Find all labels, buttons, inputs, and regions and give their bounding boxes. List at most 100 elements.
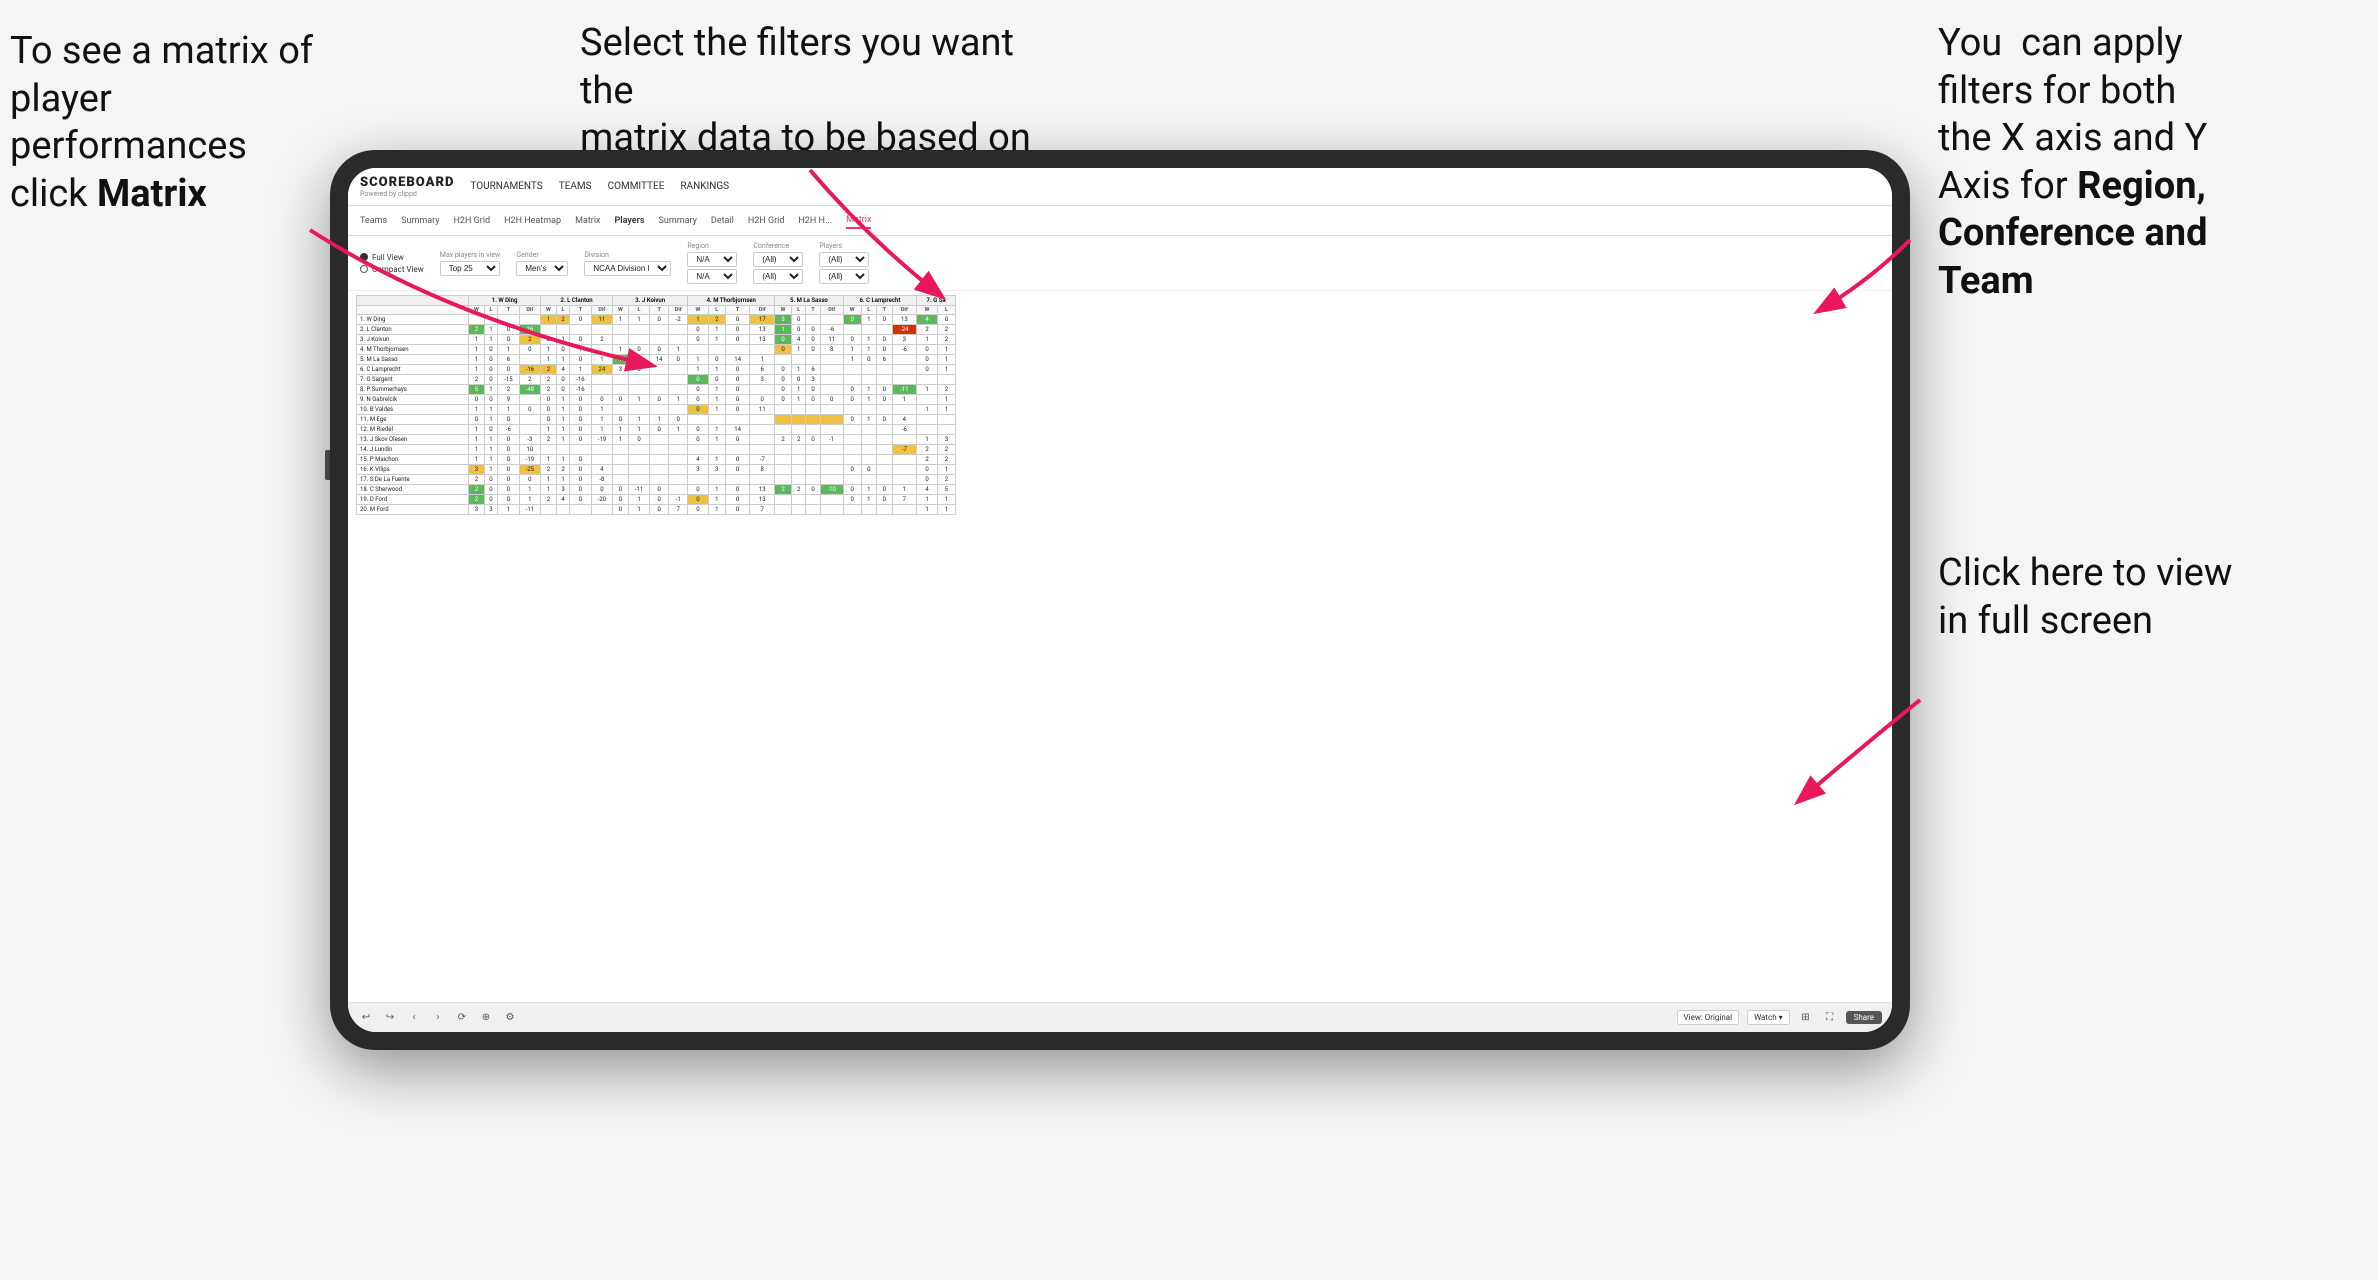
radio-full-view[interactable]: Full View [360, 253, 424, 262]
filter-region: Region N/A N/A [687, 242, 737, 284]
tab-teams[interactable]: Teams [360, 214, 387, 228]
table-row: 3. J Koivun 1102 0102 01013 04011 0103 1… [357, 335, 956, 345]
tab-h2h-h[interactable]: H2H H... [798, 214, 832, 228]
tab-matrix2[interactable]: Matrix [846, 213, 871, 229]
sh-w6: W [843, 306, 861, 315]
sub-nav: Teams Summary H2H Grid H2H Heatmap Matri… [348, 206, 1892, 236]
sh-l4: L [708, 306, 725, 315]
row-player-5: 5. M La Sasso [357, 355, 469, 365]
view-label[interactable]: View: Original [1677, 1010, 1740, 1025]
filter-gender-label: Gender [516, 251, 568, 259]
table-row: 5. M La Sasso 106 1101 10140 10141 106 0… [357, 355, 956, 365]
tab-summary[interactable]: Summary [401, 214, 439, 228]
radio-compact-view[interactable]: Compact View [360, 265, 424, 274]
sh-dif6: Dif [892, 306, 917, 315]
filter-conference-select2[interactable]: (All) [753, 269, 803, 284]
table-row: 17. S De La Fuente 2000 110-8 02 [357, 475, 956, 485]
refresh-icon[interactable]: ⟳ [454, 1010, 470, 1026]
row-player-17: 17. S De La Fuente [357, 475, 469, 485]
settings-icon[interactable]: ⚙ [502, 1010, 518, 1026]
row-player-3: 3. J Koivun [357, 335, 469, 345]
sh-w1: W [469, 306, 485, 315]
table-row: 11. M Ege 010 0101 0110 0104 [357, 415, 956, 425]
sh-l2: L [556, 306, 569, 315]
filter-players-select2[interactable]: (All) [819, 269, 869, 284]
row-player-15: 15. P Maichon [357, 455, 469, 465]
bottom-toolbar: ↩ ↪ ‹ › ⟳ ⊕ ⚙ View: Original Watch ▾ ⊞ ⛶… [348, 1002, 1892, 1032]
row-player-12: 12. M Riedel [357, 425, 469, 435]
logo-sub-text: Powered by clippd [360, 190, 454, 198]
nav-items: TOURNAMENTS TEAMS COMMITTEE RANKINGS [470, 179, 729, 194]
filter-conference-select1[interactable]: (All) [753, 252, 803, 267]
filter-region-select2[interactable]: N/A [687, 269, 737, 284]
matrix-area[interactable]: 1. W Ding 2. L Clanton 3. J Koivun 4. M … [348, 291, 1892, 1002]
subheader-player [357, 306, 469, 315]
table-row: 8. P Summerhays 512-48 20-16 010 010 010… [357, 385, 956, 395]
radio-dot-full [360, 253, 368, 261]
sh-l7: L [937, 306, 955, 315]
nav-teams[interactable]: TEAMS [559, 179, 592, 194]
filter-gender-select[interactable]: Men's [516, 261, 568, 276]
header-clamprecht: 6. C Lamprecht [843, 296, 916, 306]
filter-division-select[interactable]: NCAA Division I [584, 261, 671, 276]
filter-players-select1[interactable]: (All) [819, 252, 869, 267]
tab-h2h-heatmap[interactable]: H2H Heatmap [504, 214, 561, 228]
sh-l6: L [861, 306, 876, 315]
row-player-13: 13. J Skov Olesen [357, 435, 469, 445]
annotation-center-text: Select the filters you want thematrix da… [580, 21, 1031, 160]
grid-icon[interactable]: ⊞ [1798, 1010, 1814, 1026]
sh-dif2: Dif [591, 306, 612, 315]
filter-max-players: Max players in view Top 25 [440, 251, 501, 276]
zoom-icon[interactable]: ⊕ [478, 1010, 494, 1026]
header-gsa: 7. G Sa [917, 296, 956, 306]
nav-rankings[interactable]: RANKINGS [680, 179, 729, 194]
tab-matrix[interactable]: Matrix [575, 214, 600, 228]
tablet-frame: SCOREBOARD Powered by clippd TOURNAMENTS… [330, 150, 1910, 1050]
tab-detail[interactable]: Detail [711, 214, 734, 228]
view-options: Full View Compact View [360, 253, 424, 274]
tab-players[interactable]: Players [615, 214, 645, 228]
table-row: 6. C Lamprecht 100-16 24124 30 1106 016 … [357, 365, 956, 375]
header-mlasasso: 5. M La Sasso [775, 296, 843, 306]
top-nav: SCOREBOARD Powered by clippd TOURNAMENTS… [348, 168, 1892, 206]
row-player-18: 18. C Sherwood [357, 485, 469, 495]
table-row: 13. J Skov Olesen 110-3 210-19 10 010 22… [357, 435, 956, 445]
redo-icon[interactable]: ↪ [382, 1010, 398, 1026]
tab-h2h-grid[interactable]: H2H Grid [454, 214, 491, 228]
row-player-6: 6. C Lamprecht [357, 365, 469, 375]
row-player-14: 14. J Lundin [357, 445, 469, 455]
forward-icon[interactable]: › [430, 1010, 446, 1026]
filter-max-select[interactable]: Top 25 [440, 261, 501, 276]
filter-gender: Gender Men's [516, 251, 568, 276]
watch-button[interactable]: Watch ▾ [1747, 1010, 1790, 1025]
row-player-10: 10. B Valdes [357, 405, 469, 415]
undo-icon[interactable]: ↩ [358, 1010, 374, 1026]
sh-w2: W [541, 306, 557, 315]
sh-t5: T [806, 306, 820, 315]
filter-division: Division NCAA Division I [584, 251, 671, 276]
sh-t6: T [877, 306, 892, 315]
nav-tournaments[interactable]: TOURNAMENTS [470, 179, 542, 194]
share-button[interactable]: Share [1846, 1011, 1882, 1024]
filter-region-select1[interactable]: N/A [687, 252, 737, 267]
sh-dif1: Dif [519, 306, 540, 315]
sh-w3: W [613, 306, 629, 315]
row-player-20: 20. M Ford [357, 505, 469, 515]
filter-conference-label: Conference [753, 242, 803, 250]
row-player-19: 19. D Ford [357, 495, 469, 505]
back-icon[interactable]: ‹ [406, 1010, 422, 1026]
tab-summary2[interactable]: Summary [659, 214, 697, 228]
nav-committee[interactable]: COMMITTEE [608, 179, 665, 194]
header-lclanton: 2. L Clanton [541, 296, 613, 306]
sh-t4: T [725, 306, 749, 315]
annotation-right-bottom: Click here to viewin full screen [1938, 550, 2318, 645]
tab-h2h-grid2[interactable]: H2H Grid [748, 214, 785, 228]
row-player-9: 9. N Gabrelcik [357, 395, 469, 405]
row-player-4: 4. M Thorbjornsen [357, 345, 469, 355]
sh-w4: W [688, 306, 708, 315]
sh-l1: L [484, 306, 497, 315]
fullscreen-icon[interactable]: ⛶ [1822, 1010, 1838, 1026]
sh-w5: W [775, 306, 792, 315]
annotation-left-line3: click Matrix [10, 172, 207, 216]
table-row: 20. M Ford 331-11 0107 0107 11 [357, 505, 956, 515]
